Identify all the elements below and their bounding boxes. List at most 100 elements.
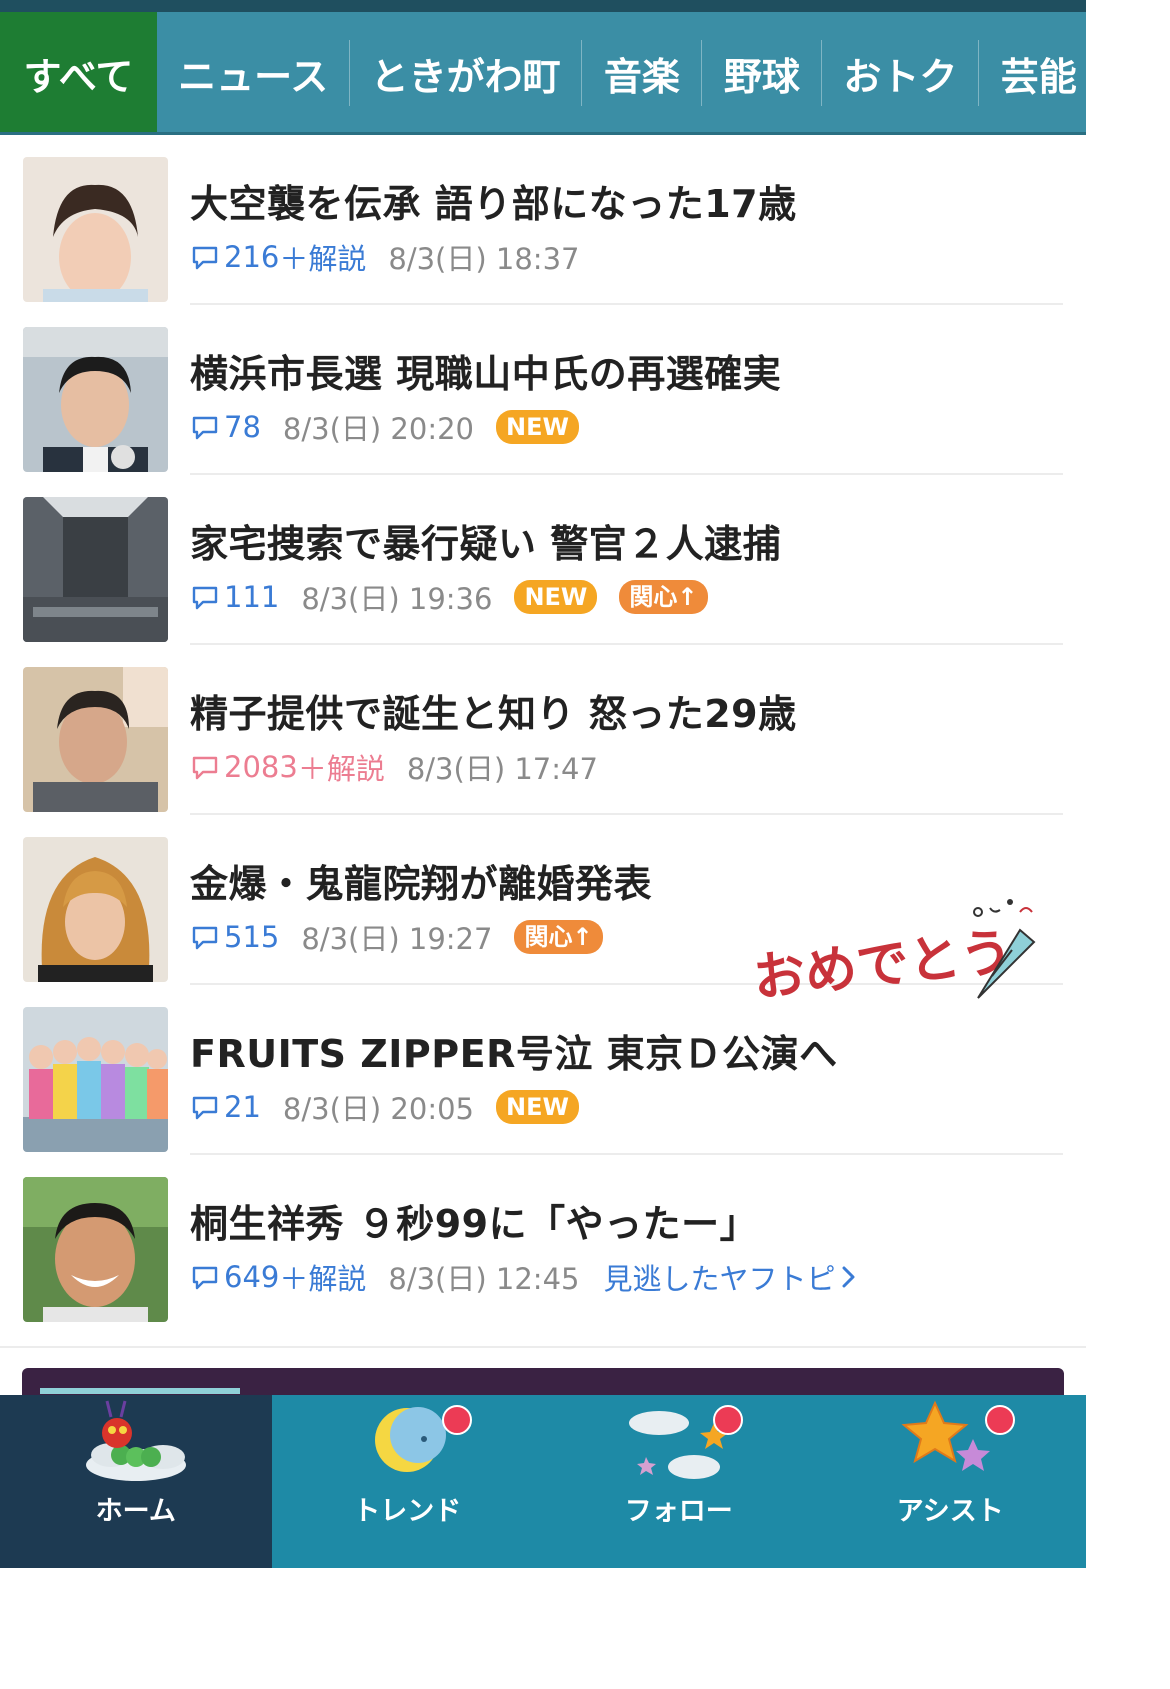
comment-number: 111	[224, 580, 280, 614]
interest-badge: 関心↑	[619, 580, 708, 614]
top-status-strip	[0, 0, 1086, 12]
nav-label: ホーム	[95, 1496, 176, 1527]
news-title: 家宅捜索で暴行疑い 警官２人逮捕	[190, 522, 782, 566]
news-thumbnail	[23, 1007, 168, 1152]
tab-entertainment[interactable]: 芸能	[979, 12, 1086, 134]
comment-number: 2083	[224, 750, 298, 784]
news-datetime: 8/3(日) 19:27	[301, 922, 493, 956]
comment-count: 216 ＋解説	[190, 236, 366, 278]
comment-icon	[192, 246, 218, 270]
news-title: 金爆・鬼龍院翔が離婚発表	[190, 862, 653, 906]
comment-icon	[192, 1266, 218, 1290]
tab-tokigawa[interactable]: ときがわ町	[350, 12, 582, 134]
news-thumbnail	[23, 157, 168, 302]
notification-dot	[984, 1405, 1015, 1435]
nav-label: アシスト	[896, 1496, 1004, 1527]
news-title: 横浜市長選 現職山中氏の再選確実	[190, 352, 782, 396]
celebration-text: おめでとう	[750, 922, 1015, 1005]
news-item[interactable]: 横浜市長選 現職山中氏の再選確実 78 8/3(日) 20:20 NEW	[0, 305, 1086, 475]
tab-all[interactable]: すべて	[0, 12, 157, 134]
commentary-label: ＋解説	[279, 1262, 367, 1296]
missed-topics-link[interactable]: 見逃したヤフトピ	[603, 1256, 861, 1298]
notification-dot	[441, 1405, 472, 1435]
news-item[interactable]: 家宅捜索で暴行疑い 警官２人逮捕 111 8/3(日) 19:36 NEW 関心…	[0, 475, 1086, 645]
chevron-right-icon	[842, 1266, 855, 1288]
new-badge: NEW	[496, 410, 579, 444]
news-meta: 515 8/3(日) 19:27 関心↑	[190, 917, 603, 957]
new-badge: NEW	[514, 580, 598, 614]
news-datetime: 8/3(日) 20:20	[282, 412, 474, 446]
news-item[interactable]: 精子提供で誕生と知り 怒った29歳 2083 ＋解説 8/3(日) 17:47	[0, 645, 1086, 815]
news-item[interactable]: 桐生祥秀 ９秒99に「やったー」 649 ＋解説 8/3(日) 12:45 見逃し…	[0, 1155, 1086, 1325]
news-item[interactable]: 大空襲を伝承 語り部になった17歳 216 ＋解説 8/3(日) 18:37	[0, 135, 1086, 305]
news-title: 精子提供で誕生と知り 怒った29歳	[190, 692, 797, 736]
news-title: FRUITS ZIPPER号泣 東京Ｄ公演へ	[190, 1032, 838, 1076]
tab-music[interactable]: 音楽	[582, 12, 702, 134]
notification-dot	[713, 1405, 743, 1435]
tab-label: 野球	[723, 54, 800, 99]
comment-icon	[192, 926, 218, 950]
divider	[0, 1346, 1086, 1348]
news-thumbnail	[23, 1177, 168, 1322]
news-datetime: 8/3(日) 19:36	[301, 582, 493, 616]
news-title: 大空襲を伝承 語り部になった17歳	[190, 182, 797, 226]
interest-badge: 関心↑	[514, 920, 603, 954]
news-datetime: 8/3(日) 20:05	[282, 1092, 474, 1126]
news-thumbnail	[23, 497, 168, 642]
comment-icon	[192, 756, 218, 780]
tab-news[interactable]: ニュース	[157, 12, 350, 134]
comment-count-hot: 2083 ＋解説	[190, 746, 385, 788]
new-badge: NEW	[496, 1090, 579, 1124]
news-datetime: 8/3(日) 17:47	[406, 752, 598, 786]
news-meta: 216 ＋解説 8/3(日) 18:37	[190, 237, 579, 277]
comment-icon	[192, 1096, 218, 1120]
nav-label: フォロー	[624, 1496, 733, 1527]
tab-baseball[interactable]: 野球	[702, 12, 822, 134]
news-meta: 649 ＋解説 8/3(日) 12:45 見逃したヤフトピ	[190, 1257, 861, 1297]
news-datetime: 8/3(日) 18:37	[388, 242, 580, 276]
category-tab-bar: すべて ニュース ときがわ町 音楽 野球 おトク 芸能	[0, 12, 1086, 134]
comment-count: 21	[190, 1090, 261, 1124]
nav-assist[interactable]: アシスト	[814, 1395, 1086, 1568]
news-meta: 21 8/3(日) 20:05 NEW	[190, 1087, 579, 1127]
nav-home[interactable]: ホーム	[0, 1395, 272, 1568]
banner-stripe	[40, 1388, 240, 1394]
comment-count: 515	[190, 920, 279, 954]
tab-label: 音楽	[603, 54, 680, 99]
news-meta: 2083 ＋解説 8/3(日) 17:47	[190, 747, 598, 787]
news-meta: 78 8/3(日) 20:20 NEW	[190, 407, 579, 447]
promo-banner[interactable]	[22, 1368, 1064, 1398]
comment-number: 78	[224, 410, 261, 444]
news-item[interactable]: FRUITS ZIPPER号泣 東京Ｄ公演へ 21 8/3(日) 20:05 N…	[0, 985, 1086, 1155]
comment-count: 111	[190, 580, 279, 614]
news-thumbnail	[23, 837, 168, 982]
tab-label: すべて	[23, 54, 134, 99]
nav-trend[interactable]: トレンド	[271, 1395, 543, 1568]
nav-label: トレンド	[353, 1496, 462, 1527]
caterpillar-icon	[85, 1400, 186, 1481]
news-title: 桐生祥秀 ９秒99に「やったー」	[190, 1202, 759, 1246]
tab-label: ニュース	[178, 54, 329, 99]
comment-count: 649 ＋解説	[190, 1256, 366, 1298]
news-list: 大空襲を伝承 語り部になった17歳 216 ＋解説 8/3(日) 18:37 横浜…	[0, 135, 1086, 1325]
news-datetime: 8/3(日) 12:45	[388, 1262, 580, 1296]
news-meta: 111 8/3(日) 19:36 NEW 関心↑	[190, 577, 708, 617]
comment-number: 515	[224, 920, 280, 954]
tab-deals[interactable]: おトク	[822, 12, 979, 134]
commentary-label: ＋解説	[297, 752, 385, 786]
comment-number: 216	[224, 240, 280, 274]
comment-icon	[192, 416, 218, 440]
tab-label: ときがわ町	[370, 54, 561, 99]
tab-label: おトク	[843, 54, 958, 99]
tab-label: 芸能	[1000, 54, 1077, 99]
comment-number: 649	[224, 1260, 280, 1294]
bottom-navigation: ホーム トレンド フォロー アシスト	[0, 1395, 1086, 1568]
comment-icon	[192, 586, 218, 610]
commentary-label: ＋解説	[279, 242, 367, 276]
comment-count: 78	[190, 410, 261, 444]
missed-topics-label: 見逃したヤフトピ	[603, 1262, 836, 1296]
celebration-decoration[interactable]: おめでとう	[750, 890, 1040, 1009]
news-thumbnail	[23, 667, 168, 812]
news-thumbnail	[23, 327, 168, 472]
nav-follow[interactable]: フォロー	[543, 1395, 815, 1568]
